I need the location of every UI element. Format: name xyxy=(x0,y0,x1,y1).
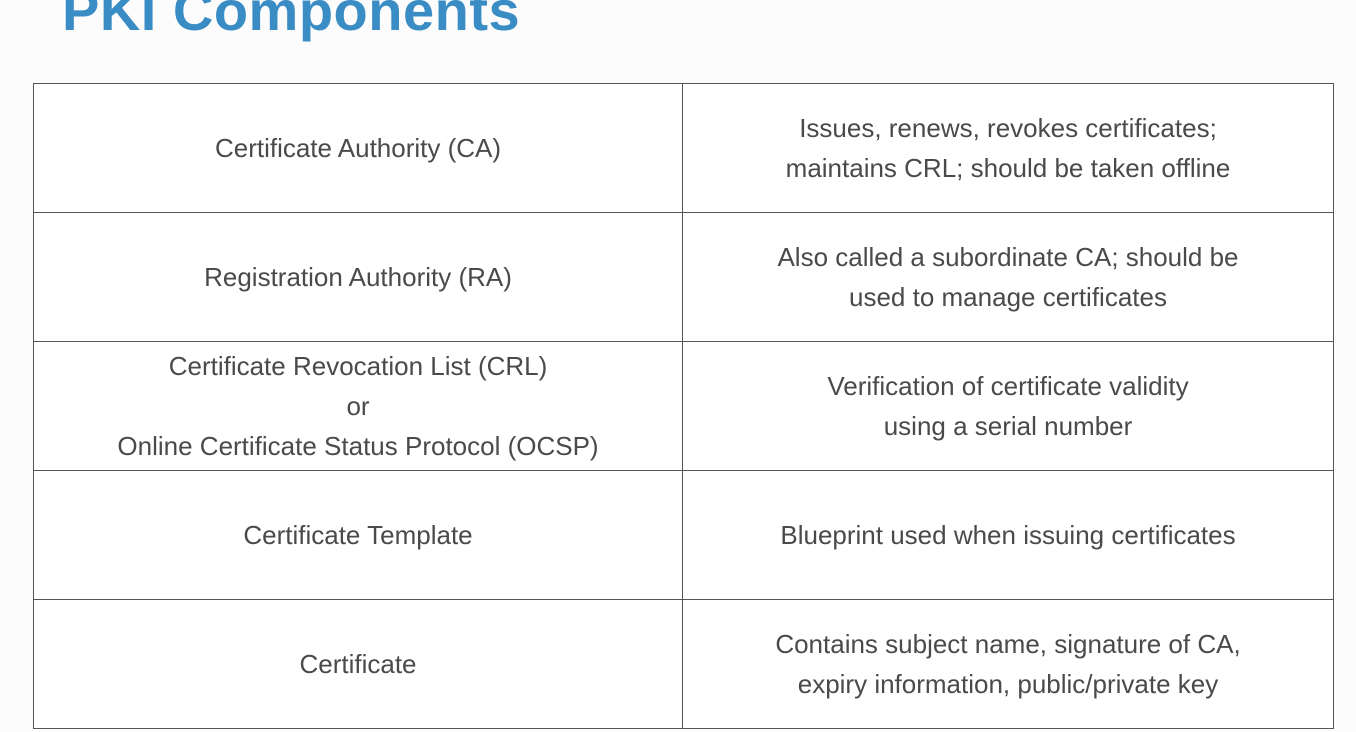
description-cell: Also called a subordinate CA; should be … xyxy=(682,212,1334,342)
table-row: Certificate Contains subject name, signa… xyxy=(33,599,1334,729)
description-cell: Blueprint used when issuing certificates xyxy=(682,470,1334,600)
component-cell: Certificate Authority (CA) xyxy=(33,83,683,213)
table-row: Certificate Template Blueprint used when… xyxy=(33,470,1334,600)
description-cell: Issues, renews, revokes certificates; ma… xyxy=(682,83,1334,213)
description-cell: Verification of certificate validity usi… xyxy=(682,341,1334,471)
component-cell: Certificate xyxy=(33,599,683,729)
component-cell: Registration Authority (RA) xyxy=(33,212,683,342)
table-row: Certificate Authority (CA) Issues, renew… xyxy=(33,83,1334,213)
slide-title: PKI Components xyxy=(62,0,521,42)
component-cell: Certificate Revocation List (CRL) or Onl… xyxy=(33,341,683,471)
pki-components-table: Certificate Authority (CA) Issues, renew… xyxy=(33,83,1334,729)
table-row: Certificate Revocation List (CRL) or Onl… xyxy=(33,341,1334,471)
table-row: Registration Authority (RA) Also called … xyxy=(33,212,1334,342)
description-cell: Contains subject name, signature of CA, … xyxy=(682,599,1334,729)
component-cell: Certificate Template xyxy=(33,470,683,600)
